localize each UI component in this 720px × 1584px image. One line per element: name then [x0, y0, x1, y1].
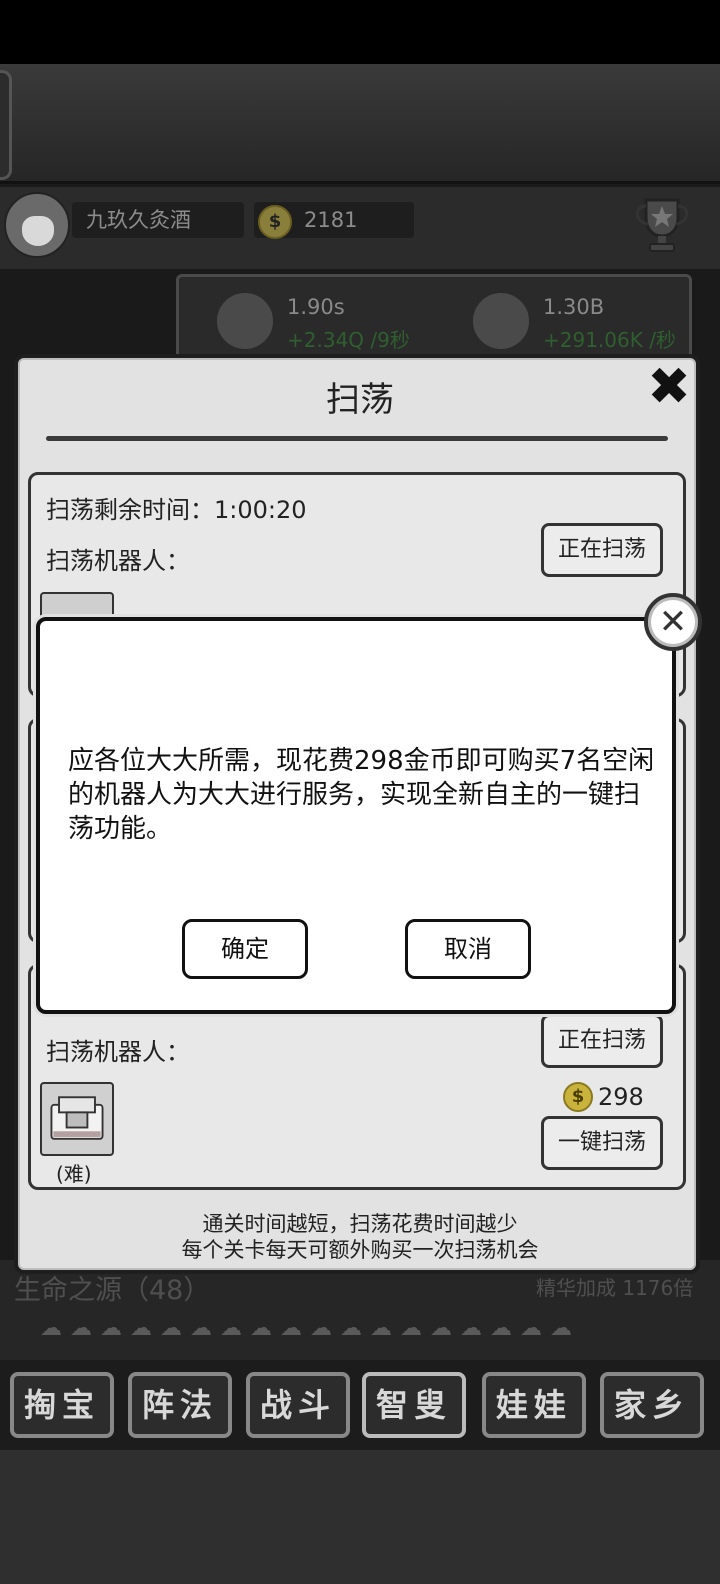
confirm-button[interactable]: 确定 — [182, 919, 308, 979]
sweeping-button[interactable]: 正在扫荡 — [541, 1014, 663, 1068]
title-divider — [46, 436, 668, 441]
trophy-icon[interactable] — [630, 192, 694, 256]
sweep-cost: 298 — [598, 1083, 644, 1111]
sweeping-button[interactable]: 正在扫荡 — [541, 523, 663, 577]
cloud-decoration: ☁☁☁☁☁☁☁☁☁☁☁☁☁☁☁☁☁☁ — [40, 1316, 580, 1341]
nav-tab-formation[interactable]: 阵法 — [128, 1372, 232, 1438]
player-name: 九玖久灸酒 — [72, 202, 244, 238]
potion-icon — [214, 290, 276, 352]
one-click-sweep-button[interactable]: 一键扫荡 — [541, 1116, 663, 1170]
background-footer — [0, 1450, 720, 1584]
side-tab-handle[interactable] — [0, 70, 12, 180]
nav-tab-sage[interactable]: 智叟 — [362, 1372, 466, 1438]
robot-icon — [40, 1082, 114, 1156]
cancel-button[interactable]: 取消 — [405, 919, 531, 979]
sweep-robots-label: 扫荡机器人： — [46, 1038, 190, 1066]
sweep-remaining-time: 扫荡剩余时间：1:00:20 — [46, 496, 307, 524]
sweep-robots-label: 扫荡机器人： — [46, 547, 190, 575]
difficulty-label: (难) — [56, 1162, 92, 1186]
sweep-dialog-title: 扫荡 — [326, 380, 394, 420]
coin-icon: $ — [563, 1082, 593, 1112]
nav-tab-dolls[interactable]: 娃娃 — [482, 1372, 586, 1438]
resource-crystal-rate: +291.06K /秒 — [543, 328, 676, 352]
resource-crystal-value: 1.30B — [543, 295, 605, 319]
crystal-icon — [470, 290, 532, 352]
nav-tab-hometown[interactable]: 家乡 — [600, 1372, 704, 1438]
purchase-message: 应各位大大所需，现花费298金币即可购买7名空闲的机器人为大大进行服务，实现全新… — [68, 746, 655, 844]
resource-time-rate: +2.34Q /9秒 — [287, 328, 410, 352]
status-bar — [0, 0, 720, 64]
popup-close-icon[interactable]: ✕ — [644, 593, 702, 651]
coin-icon: $ — [258, 205, 292, 239]
essence-bonus-label: 精华加成 1176倍 — [536, 1276, 694, 1300]
game-header-banner — [0, 64, 720, 184]
nav-tab-battle[interactable]: 战斗 — [246, 1372, 350, 1438]
resource-time-value: 1.90s — [287, 295, 345, 319]
avatar[interactable] — [4, 192, 70, 258]
nav-tab-treasure[interactable]: 掏宝 — [10, 1372, 114, 1438]
sweep-note-line2: 每个关卡每天可额外购买一次扫荡机会 — [181, 1238, 539, 1262]
sweep-close-icon[interactable]: ✖ — [644, 361, 694, 413]
